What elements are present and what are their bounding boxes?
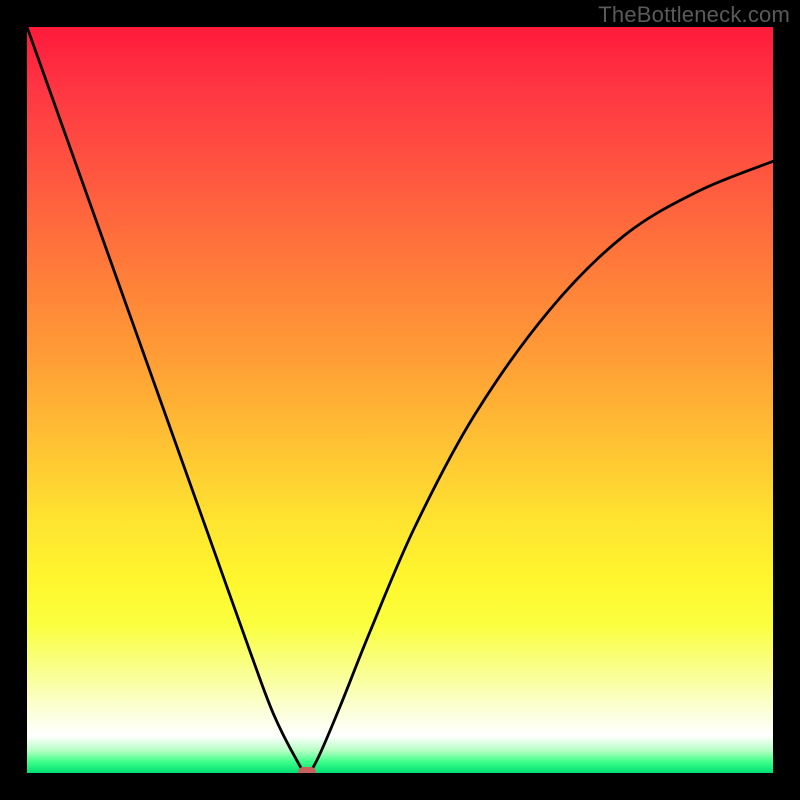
plot-area xyxy=(27,27,773,773)
bottleneck-gradient-background xyxy=(27,27,773,773)
watermark-text: TheBottleneck.com xyxy=(598,2,790,28)
